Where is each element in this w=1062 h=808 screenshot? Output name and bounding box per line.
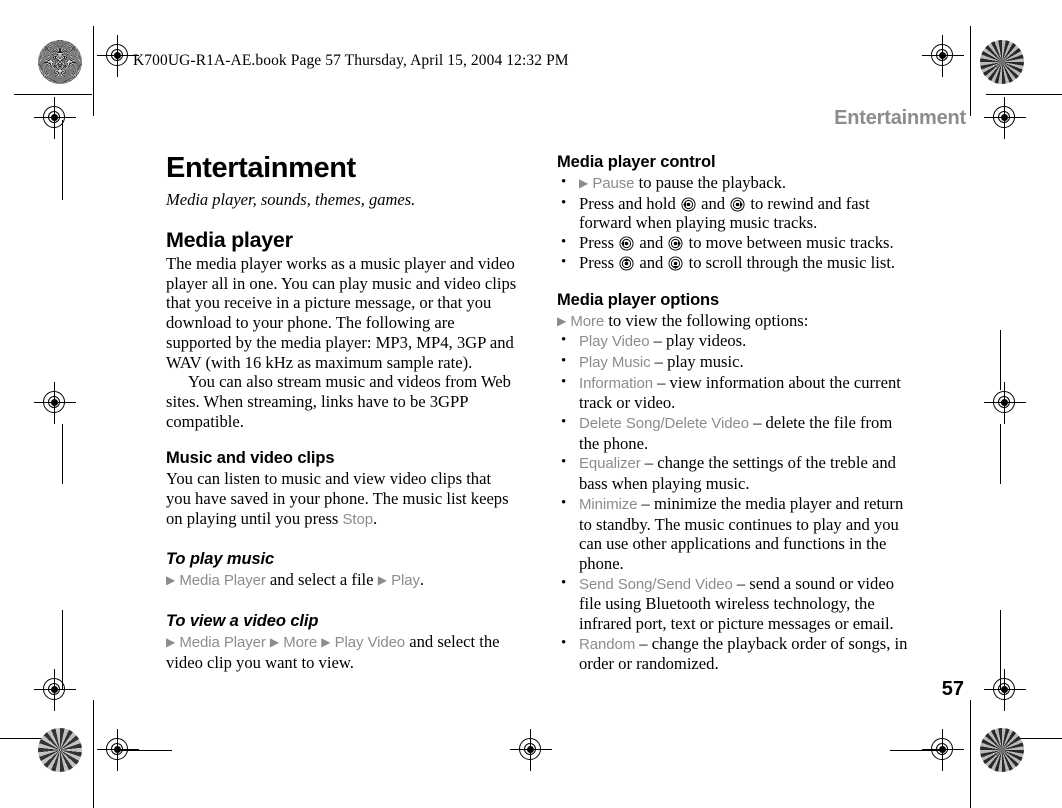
media-player-options-list: Play Video – play videos.Play Music – pl… — [557, 331, 909, 674]
ui-term-pause: Pause — [592, 175, 635, 192]
chapter-subtitle: Media player, sounds, themes, games. — [166, 190, 416, 209]
to-play-music-end-text: . — [419, 570, 425, 590]
ui-term-stop: Stop — [342, 510, 374, 528]
ui-term-play-video: Play Video — [579, 333, 650, 351]
ui-term-more: More — [283, 634, 318, 652]
options-list-item: Play Video – play videos. — [557, 331, 909, 352]
chapter-title: Entertainment — [166, 152, 356, 184]
heading-media-player: Media player — [166, 228, 293, 252]
arrow-icon: ▶ — [166, 635, 176, 650]
arrow-icon: ▶ — [166, 573, 176, 588]
to-play-music-mid-text: and select a file — [265, 570, 378, 590]
options-intro: ▶ More to view the following options: — [557, 311, 909, 332]
options-intro-tail: to view the following options: — [604, 310, 809, 330]
option-description: – play videos. — [649, 331, 747, 351]
ui-term-send-song-send-video: Send Song/Send Video — [579, 575, 733, 593]
ui-term-play-video: Play Video — [334, 634, 406, 652]
options-list-item: Minimize – minimize the media player and… — [557, 494, 909, 574]
option-description: – play music. — [650, 351, 744, 371]
music-video-text-b: . — [373, 508, 378, 528]
arrow-icon: ▶ — [377, 573, 387, 588]
options-list-item: Delete Song/Delete Video – delete the fi… — [557, 413, 909, 453]
nav-key-left-icon — [619, 236, 634, 251]
options-list-item: Send Song/Send Video – send a sound or v… — [557, 574, 909, 634]
ui-term-equalizer: Equalizer — [579, 455, 641, 473]
document-page: Entertainment 57 Entertainment Media pla… — [0, 0, 1062, 808]
ui-term-play-music: Play Music — [579, 353, 651, 371]
control-list-item: ▶ Pause to pause the playback. — [557, 173, 909, 194]
arrow-icon: ▶ — [579, 176, 589, 190]
heading-media-player-control: Media player control — [557, 153, 716, 171]
heading-media-player-options: Media player options — [557, 290, 720, 309]
media-player-control-list: ▶ Pause to pause the playback.Press and … — [557, 173, 909, 273]
nav-key-right-icon — [668, 236, 683, 251]
control-list-item: Press and to move between music tracks. — [557, 233, 909, 253]
right-column: Media player control ▶ Pause to pause th… — [557, 152, 909, 674]
to-play-music-steps: ▶ Media Player and select a file ▶ Play. — [166, 570, 518, 591]
page-number: 57 — [941, 678, 964, 700]
media-player-paragraph-1: The media player works as a music player… — [166, 254, 517, 372]
arrow-icon: ▶ — [557, 313, 567, 328]
media-player-paragraph-2: You can also stream music and videos fro… — [166, 372, 511, 431]
control-list-item: Press and hold and to rewind and fast fo… — [557, 194, 909, 233]
ui-term-random: Random — [579, 635, 636, 653]
options-list-item: Equalizer – change the settings of the t… — [557, 453, 909, 493]
arrow-icon: ▶ — [321, 635, 331, 650]
nav-key-left-icon — [681, 197, 696, 212]
ui-term-media-player: Media Player — [179, 572, 266, 590]
options-list-item: Play Music – play music. — [557, 352, 909, 373]
options-list-item: Information – view information about the… — [557, 373, 909, 413]
ui-term-delete-song-delete-video: Delete Song/Delete Video — [579, 415, 749, 433]
nav-key-down-icon — [668, 256, 683, 271]
left-column: Entertainment Media player, sounds, them… — [166, 152, 518, 673]
control-list-item: Press and to scroll through the music li… — [557, 253, 909, 273]
running-header: Entertainment — [834, 107, 966, 129]
ui-term-media-player: Media Player — [179, 634, 266, 652]
options-list-item: Random – change the playback order of so… — [557, 634, 909, 674]
arrow-icon: ▶ — [269, 635, 280, 650]
ui-term-play: Play — [391, 572, 420, 590]
nav-key-up-icon — [619, 256, 634, 271]
heading-music-and-video-clips: Music and video clips — [166, 449, 335, 468]
music-video-paragraph: You can listen to music and view video c… — [166, 469, 518, 529]
to-view-video-steps: ▶ Media Player ▶ More ▶ Play Video and s… — [166, 632, 518, 672]
ui-term-minimize: Minimize — [579, 495, 638, 513]
ui-term-information: Information — [579, 374, 653, 392]
heading-to-view-a-video-clip: To view a video clip — [166, 612, 319, 631]
ui-term-more: More — [570, 312, 605, 330]
heading-to-play-music: To play music — [166, 550, 275, 569]
music-video-text-a: You can listen to music and view video c… — [166, 469, 509, 528]
nav-key-right-icon — [730, 197, 745, 212]
